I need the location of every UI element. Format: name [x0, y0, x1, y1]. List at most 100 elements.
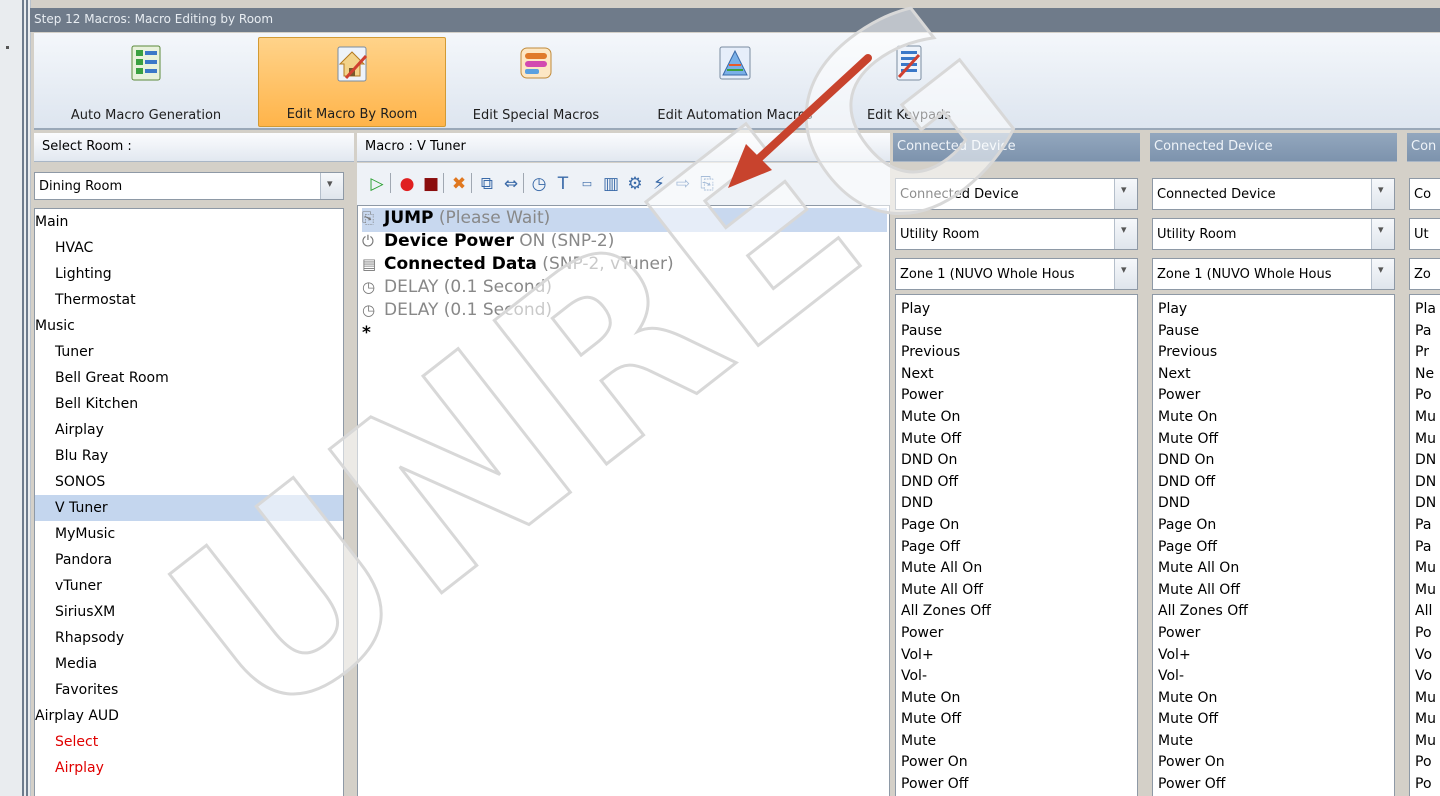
command-list-item[interactable]: DND [896, 493, 1137, 515]
command-list-item[interactable]: Ne [1410, 364, 1440, 386]
swap-icon[interactable]: ⇔ [501, 173, 521, 195]
command-list-item[interactable]: Vo [1410, 645, 1440, 667]
command-list-item[interactable]: Power Off [896, 774, 1137, 796]
command-list-item[interactable]: Page On [896, 515, 1137, 537]
command-list[interactable]: Pla Pa Pr Ne Po Mu Mu DN DN DN Pa Pa Mu Mu All Po Vo Vo Mu… [1409, 294, 1440, 796]
macro-step-list[interactable]: ⎘ JUMP (Please Wait) ⏻ Device Power ON (SNP… [357, 205, 890, 796]
command-list-item[interactable]: Previous [1153, 342, 1394, 364]
macro-step-row[interactable]: ⎘ JUMP (Please Wait) [362, 208, 887, 232]
command-list-item[interactable]: Mute On [896, 688, 1137, 710]
command-list-item[interactable]: Mu [1410, 731, 1440, 753]
device-dropdown[interactable]: Connected Device [895, 178, 1138, 210]
command-list-item[interactable]: Pa [1410, 537, 1440, 559]
command-list-item[interactable]: Mute All Off [1153, 580, 1394, 602]
chevron-down-icon[interactable] [1114, 179, 1137, 209]
data-icon[interactable]: ⇨ [673, 173, 693, 195]
command-list-item[interactable]: DND [1153, 493, 1394, 515]
command-list-item[interactable]: Play [1153, 299, 1394, 321]
chevron-down-icon[interactable] [1371, 219, 1394, 249]
command-list-item[interactable]: Pa [1410, 321, 1440, 343]
command-list-item[interactable]: Mu [1410, 580, 1440, 602]
command-list-item[interactable]: Pa [1410, 515, 1440, 537]
command-list-item[interactable]: All Zones Off [896, 601, 1137, 623]
command-list-item[interactable]: Previous [896, 342, 1137, 364]
room-tree-item[interactable]: SONOS [35, 469, 343, 495]
room-tree-item[interactable]: Airplay [35, 755, 343, 781]
device-room-dropdown[interactable]: Utility Room [1152, 218, 1395, 250]
macro-step-row[interactable]: ◷ DELAY (0.1 Second) [362, 300, 882, 324]
edit-macro-by-room-button[interactable]: Edit Macro By Room [258, 37, 446, 127]
chevron-down-icon[interactable] [1371, 259, 1394, 289]
command-list-item[interactable]: All [1410, 601, 1440, 623]
command-list-item[interactable]: Mute On [896, 407, 1137, 429]
command-list-item[interactable]: Page On [1153, 515, 1394, 537]
room-tree-group[interactable]: Music [35, 313, 343, 339]
command-list-item[interactable]: Vol+ [1153, 645, 1394, 667]
command-list-item[interactable]: Page Off [896, 537, 1137, 559]
command-list-item[interactable]: Vol- [896, 666, 1137, 688]
command-list-item[interactable]: Mute Off [896, 429, 1137, 451]
command-list-item[interactable]: Mute All On [1153, 558, 1394, 580]
chevron-down-icon[interactable] [320, 173, 343, 199]
record-icon[interactable]: ● [397, 173, 417, 195]
room-tree-item[interactable]: Favorites [35, 677, 343, 703]
text-icon[interactable]: T [553, 173, 573, 195]
device-room-dropdown[interactable]: Ut [1409, 218, 1440, 250]
edit-automation-macros-button[interactable]: Edit Automation Macros [626, 37, 844, 127]
chevron-down-icon[interactable] [1114, 219, 1137, 249]
room-tree-group[interactable]: Airplay AUD [35, 703, 343, 729]
command-list-item[interactable]: Pause [1153, 321, 1394, 343]
command-list-item[interactable]: Vo [1410, 666, 1440, 688]
command-list-item[interactable]: Next [896, 364, 1137, 386]
room-tree-item[interactable]: Bell Kitchen [35, 391, 343, 417]
command-list-item[interactable]: Mute On [1153, 688, 1394, 710]
command-list-item[interactable]: All Zones Off [1153, 601, 1394, 623]
command-list-item[interactable]: Mute All On [896, 558, 1137, 580]
command-list-item[interactable]: Po [1410, 385, 1440, 407]
room-tree-item[interactable]: Rhapsody [35, 625, 343, 651]
room-tree-item[interactable]: MyMusic [35, 521, 343, 547]
variable-icon[interactable]: ▭ [577, 173, 597, 195]
zone-dropdown[interactable]: Zo [1409, 258, 1440, 290]
command-list-item[interactable]: Power Off [1153, 774, 1394, 796]
room-tree-item[interactable]: V Tuner [35, 495, 343, 521]
command-list-item[interactable]: Mute [896, 731, 1137, 753]
new-row-marker[interactable]: * [362, 323, 371, 347]
command-list-item[interactable]: DN [1410, 493, 1440, 515]
command-list-item[interactable]: DND Off [1153, 472, 1394, 494]
command-list-item[interactable]: Power [1153, 385, 1394, 407]
jump-icon[interactable]: ⎘ [697, 173, 717, 195]
command-list[interactable]: Play Pause Previous Next Power Mute On Mute Of… [895, 294, 1138, 796]
command-list-item[interactable]: Vol+ [896, 645, 1137, 667]
room-tree-item[interactable]: Airplay [35, 417, 343, 443]
room-tree-group[interactable]: Main [35, 209, 343, 235]
command-list-item[interactable]: DND On [1153, 450, 1394, 472]
command-list-item[interactable]: Po [1410, 623, 1440, 645]
room-tree-item[interactable]: HVAC [35, 235, 343, 261]
auto-macro-generation-button[interactable]: Auto Macro Generation [34, 37, 258, 127]
delete-icon[interactable]: ✖ [449, 173, 469, 195]
macro-step-row[interactable]: ⏻ Device Power ON (SNP-2) [362, 231, 882, 255]
command-list-item[interactable]: DN [1410, 450, 1440, 472]
room-tree-item[interactable]: Bell Great Room [35, 365, 343, 391]
command-list-item[interactable]: Mute Off [1153, 429, 1394, 451]
room-tree-item[interactable]: Select [35, 729, 343, 755]
room-tree-item[interactable]: Lighting [35, 261, 343, 287]
command-list-item[interactable]: Power [896, 385, 1137, 407]
command-list-item[interactable]: Power On [896, 752, 1137, 774]
chart-icon[interactable]: ▥ [601, 173, 621, 195]
room-tree-item[interactable]: Pandora [35, 547, 343, 573]
command-list-item[interactable]: Mute On [1153, 407, 1394, 429]
command-list-item[interactable]: Mute Off [1153, 709, 1394, 731]
room-tree-item[interactable]: Tuner [35, 339, 343, 365]
play-icon[interactable]: ▷ [367, 173, 387, 195]
device-icon[interactable]: ⚙ [625, 173, 645, 195]
command-list-item[interactable]: Mu [1410, 407, 1440, 429]
stop-icon[interactable]: ■ [421, 173, 441, 195]
delay-icon[interactable]: ◷ [529, 173, 549, 195]
command-list-item[interactable]: DN [1410, 472, 1440, 494]
command-list-item[interactable]: Play [896, 299, 1137, 321]
command-list-item[interactable]: DND On [896, 450, 1137, 472]
chevron-down-icon[interactable] [1114, 259, 1137, 289]
command-list-item[interactable]: Power [1153, 623, 1394, 645]
